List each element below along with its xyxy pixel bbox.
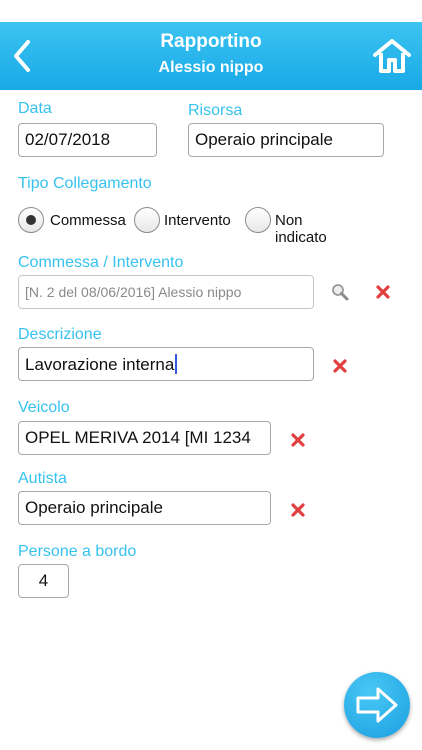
page-subtitle: Alessio nippo	[158, 59, 264, 76]
clear-autista-button[interactable]	[290, 502, 306, 518]
home-icon	[373, 39, 411, 73]
descrizione-value: Lavorazione interna	[25, 355, 175, 374]
search-icon	[332, 284, 349, 301]
page-title: Rapportino	[160, 31, 262, 52]
commessa-intervento-label: Commessa / Intervento	[18, 254, 184, 271]
tipo-collegamento-label: Tipo Collegamento	[18, 175, 152, 192]
radio-commessa-label[interactable]: Commessa	[50, 212, 126, 229]
radio-commessa[interactable]	[18, 207, 44, 233]
home-button[interactable]	[372, 38, 412, 74]
next-button[interactable]	[344, 672, 410, 738]
radio-selected-dot	[26, 215, 36, 225]
commessa-intervento-field[interactable]: [N. 2 del 08/06/2016] Alessio nippo	[18, 275, 314, 309]
clear-descrizione-button[interactable]	[332, 358, 348, 374]
data-field[interactable]: 02/07/2018	[18, 123, 157, 157]
radio-non-indicato-label[interactable]: Non indicato	[275, 212, 327, 246]
persone-a-bordo-field[interactable]: 4	[18, 564, 69, 598]
descrizione-field[interactable]: Lavorazione interna	[18, 347, 314, 381]
veicolo-field[interactable]: OPEL MERIVA 2014 [MI 1234	[18, 421, 271, 455]
delete-x-icon	[291, 433, 305, 447]
nav-bar: Rapportino Alessio nippo	[0, 22, 422, 90]
status-bar-area	[0, 0, 422, 22]
delete-x-icon	[291, 503, 305, 517]
arrow-right-icon	[356, 687, 398, 723]
search-button[interactable]	[330, 282, 350, 302]
delete-x-icon	[333, 359, 347, 373]
radio-intervento-label[interactable]: Intervento	[164, 212, 231, 229]
clear-commessa-button[interactable]	[375, 284, 391, 300]
autista-label: Autista	[18, 470, 67, 487]
persone-a-bordo-label: Persone a bordo	[18, 543, 137, 560]
text-cursor	[175, 354, 178, 374]
risorsa-label: Risorsa	[188, 102, 243, 119]
autista-field[interactable]: Operaio principale	[18, 491, 271, 525]
radio-intervento[interactable]	[134, 207, 160, 233]
data-label: Data	[18, 100, 52, 117]
radio-non-indicato[interactable]	[245, 207, 271, 233]
veicolo-label: Veicolo	[18, 399, 70, 416]
descrizione-label: Descrizione	[18, 326, 102, 343]
delete-x-icon	[376, 285, 390, 299]
risorsa-field[interactable]: Operaio principale	[188, 123, 384, 157]
clear-veicolo-button[interactable]	[290, 432, 306, 448]
